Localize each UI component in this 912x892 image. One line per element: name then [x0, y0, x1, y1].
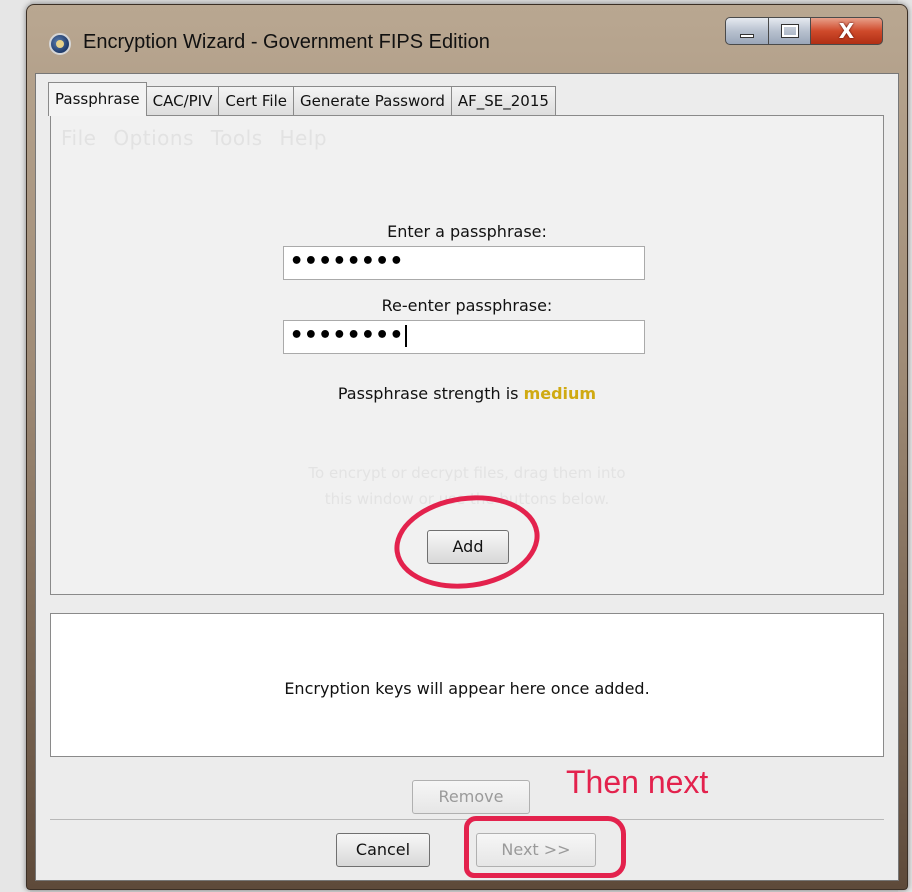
- reenter-passphrase-field[interactable]: ••••••••: [283, 320, 645, 354]
- maximize-button[interactable]: [769, 17, 811, 45]
- maximize-icon: [780, 24, 799, 38]
- tab-passphrase[interactable]: Passphrase: [48, 82, 147, 116]
- minimize-icon: [740, 34, 754, 38]
- tab-cert-file[interactable]: Cert File: [218, 86, 294, 116]
- reenter-passphrase-label: Re-enter passphrase:: [381, 296, 553, 315]
- remove-button[interactable]: Remove: [412, 780, 530, 814]
- ghost-menu-file: File: [61, 126, 97, 150]
- reenter-passphrase-value: ••••••••: [290, 323, 404, 348]
- tab-strip: Passphrase CAC/PIV Cert File Generate Pa…: [48, 82, 556, 116]
- annotation-then-next: Then next: [566, 764, 709, 800]
- annotation-circle-next: [464, 816, 626, 878]
- tab-generate-password[interactable]: Generate Password: [292, 86, 452, 116]
- passphrase-field[interactable]: ••••••••: [283, 246, 645, 280]
- encryption-wizard-window: Encryption Wizard - Government FIPS Edit…: [26, 4, 908, 890]
- client-area: Passphrase CAC/PIV Cert File Generate Pa…: [35, 73, 899, 881]
- title-bar[interactable]: Encryption Wizard - Government FIPS Edit…: [27, 5, 907, 73]
- ghost-menu-help: Help: [279, 126, 328, 150]
- ghost-menu-options: Options: [113, 126, 194, 150]
- minimize-button[interactable]: [725, 17, 769, 45]
- passphrase-strength: Passphrase strength is medium: [51, 384, 883, 403]
- window-title: Encryption Wizard - Government FIPS Edit…: [83, 31, 490, 53]
- close-icon: X: [838, 19, 855, 43]
- window-controls: X: [725, 17, 883, 45]
- app-icon: [49, 33, 71, 55]
- strength-prefix: Passphrase strength is: [337, 384, 524, 403]
- close-button[interactable]: X: [811, 17, 883, 45]
- cancel-button[interactable]: Cancel: [336, 833, 430, 867]
- ghost-menu-tools: Tools: [210, 126, 263, 150]
- text-caret: [404, 325, 407, 347]
- encryption-keys-panel: Encryption keys will appear here once ad…: [50, 613, 884, 757]
- tab-af-se-2015[interactable]: AF_SE_2015: [450, 86, 556, 116]
- tab-cac-piv[interactable]: CAC/PIV: [145, 86, 220, 116]
- passphrase-value: ••••••••: [290, 249, 404, 274]
- ghost-hint-line-1: To encrypt or decrypt files, drag them i…: [308, 464, 626, 482]
- keys-placeholder: Encryption keys will appear here once ad…: [284, 679, 650, 698]
- strength-level: medium: [523, 384, 597, 403]
- ghost-menu-bar: File Options Tools Help: [61, 126, 337, 150]
- enter-passphrase-label: Enter a passphrase:: [387, 222, 547, 241]
